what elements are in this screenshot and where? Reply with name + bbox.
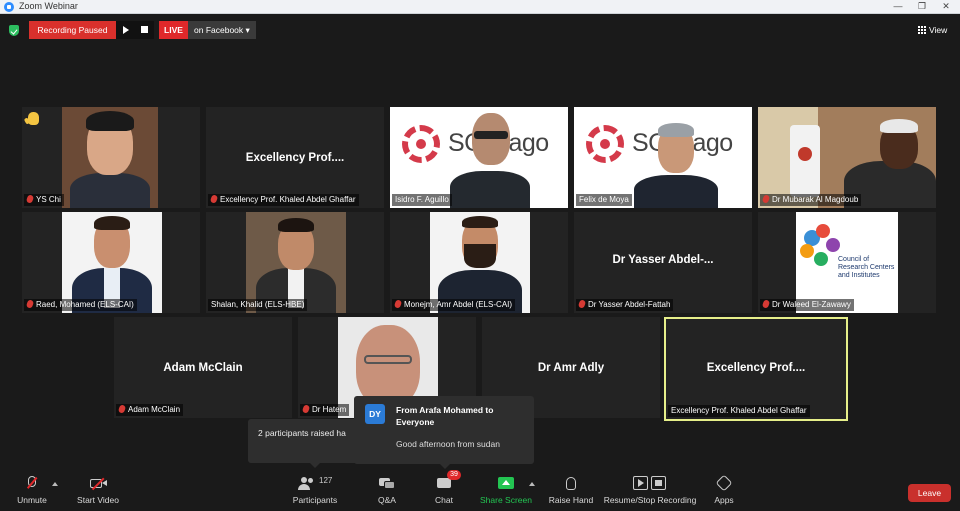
muted-mic-icon (761, 299, 771, 309)
participant-photo (62, 107, 158, 208)
participants-count: 127 (319, 476, 333, 485)
share-screen-icon (497, 475, 515, 491)
participant-photo (430, 212, 530, 313)
video-tile[interactable]: Adam McClain Adam McClain (114, 317, 292, 418)
recording-controls (116, 21, 154, 39)
apps-button[interactable]: Apps (712, 474, 736, 505)
raised-hands-notification[interactable]: 2 participants raised ha (248, 419, 358, 468)
view-label: View (929, 25, 948, 35)
unmute-button[interactable]: Unmute (14, 475, 50, 505)
video-off-icon (89, 475, 107, 491)
zoom-app-icon (4, 2, 14, 12)
council-logo-text: Council of Research Centers and Institut… (838, 256, 895, 279)
participant-name: Dr Hatem (300, 404, 350, 416)
participant-big-name: Adam McClain (163, 362, 243, 374)
title-bar: Zoom Webinar — ❐ ✕ (0, 0, 960, 14)
close-button[interactable]: ✕ (936, 1, 956, 12)
audio-options-caret[interactable] (52, 482, 58, 486)
raised-hands-text: 2 participants raised ha (258, 428, 346, 438)
chat-sender: From Arafa Mohamed to Everyone (396, 405, 494, 427)
share-screen-button[interactable]: Share Screen (478, 475, 534, 505)
chat-preview-popup[interactable]: DY From Arafa Mohamed to Everyone Good a… (354, 396, 534, 469)
start-video-button[interactable]: Start Video (75, 475, 121, 505)
scimago-background: SCImago (390, 107, 568, 208)
meeting-toolbar: Unmute Start Video 127 Participants Q&A … (0, 470, 960, 511)
participant-photo (634, 121, 718, 208)
leave-button[interactable]: Leave (908, 484, 951, 502)
active-speaker-tile[interactable]: Excellency Prof.... Excellency Prof. Kha… (664, 317, 848, 421)
grid-icon (918, 26, 926, 34)
raise-hand-button[interactable]: Raise Hand (548, 475, 594, 505)
raised-hand-icon (28, 112, 39, 125)
participant-name: Adam McClain (116, 404, 184, 416)
video-tile[interactable]: Council of Research Centers and Institut… (758, 212, 936, 313)
muted-mic-icon (301, 404, 311, 414)
view-button[interactable]: View (918, 23, 947, 37)
participant-name: Monejm, Amr Abdel (ELS-CAI) (392, 299, 516, 311)
qa-button[interactable]: Q&A (372, 475, 402, 505)
participant-name: Dr Waleed El-Zawawy (760, 299, 854, 311)
chat-unread-badge: 39 (447, 470, 461, 480)
resume-stop-recording-button[interactable]: Resume/Stop Recording (602, 475, 698, 505)
stop-recording-icon[interactable] (141, 26, 148, 33)
video-tile[interactable]: Shalan, Khalid (ELS-HBE) (206, 212, 384, 313)
participant-big-name: Excellency Prof.... (245, 152, 345, 164)
security-shield-icon[interactable] (9, 25, 19, 36)
recording-controls-icon (632, 475, 668, 491)
video-tile[interactable]: Excellency Prof.... Excellency Prof. Kha… (206, 107, 384, 208)
raise-hand-icon (562, 475, 580, 491)
share-options-caret[interactable] (529, 482, 535, 486)
live-badge: LIVE (159, 21, 188, 39)
avatar: DY (365, 404, 385, 424)
video-tile[interactable]: YS Chi (22, 107, 200, 208)
window-title: Zoom Webinar (19, 1, 78, 11)
muted-mic-icon (117, 404, 127, 414)
participants-button[interactable]: 127 Participants (290, 475, 340, 505)
participant-photo (62, 212, 162, 313)
live-stream-dropdown[interactable]: on Facebook ▾ (188, 21, 256, 39)
video-tile[interactable]: Dr Mubarak Al Magdoub (758, 107, 936, 208)
video-tile[interactable]: SCImago Isidro F. Aguillo (390, 107, 568, 208)
participant-big-name: Dr Amr Adly (537, 362, 605, 374)
resume-recording-icon[interactable] (123, 26, 129, 34)
scimago-background: SCImago (574, 107, 752, 208)
chat-message: Good afternoon from sudan (396, 439, 500, 449)
participant-big-name: Excellency Prof.... (706, 362, 806, 374)
participant-name: Excellency Prof. Khaled Abdel Ghaffar (668, 405, 810, 417)
minimize-button[interactable]: — (888, 1, 908, 12)
participant-photo (758, 107, 936, 208)
muted-mic-icon (761, 194, 771, 204)
participant-name: Excellency Prof. Khaled Abdel Ghaffar (208, 194, 359, 206)
video-tile[interactable]: Dr Yasser Abdel-... Dr Yasser Abdel-Fatt… (574, 212, 752, 313)
participant-photo (450, 107, 530, 208)
participants-icon: 127 (295, 475, 335, 491)
muted-mic-icon (209, 194, 219, 204)
muted-mic-icon (25, 194, 35, 204)
participant-name: YS Chi (24, 194, 64, 206)
participant-name: Isidro F. Aguillo (392, 194, 452, 206)
muted-mic-icon (393, 299, 403, 309)
muted-mic-icon (23, 475, 41, 491)
restore-button[interactable]: ❐ (912, 1, 932, 12)
video-tile[interactable]: Raed, Mohamed (ELS-CAI) (22, 212, 200, 313)
zoom-window: Zoom Webinar — ❐ ✕ Recording Paused LIVE… (0, 0, 960, 511)
participant-big-name: Dr Yasser Abdel-... (612, 254, 714, 266)
participant-name: Raed, Mohamed (ELS-CAI) (24, 299, 137, 311)
participant-name: Felix de Moya (576, 194, 632, 206)
recording-status: Recording Paused (29, 21, 116, 39)
video-tile[interactable]: Monejm, Amr Abdel (ELS-CAI) (390, 212, 568, 313)
chat-button[interactable]: 39 Chat (428, 470, 461, 505)
muted-mic-icon (25, 299, 35, 309)
muted-mic-icon (577, 299, 587, 309)
video-tile[interactable]: SCImago Felix de Moya (574, 107, 752, 208)
participant-photo (246, 212, 346, 313)
participant-name: Dr Mubarak Al Magdoub (760, 194, 862, 206)
chat-icon: 39 (435, 470, 461, 491)
council-logo-background: Council of Research Centers and Institut… (796, 212, 898, 313)
participant-name: Shalan, Khalid (ELS-HBE) (208, 299, 308, 311)
qa-icon (378, 475, 396, 491)
apps-icon (715, 474, 733, 492)
participant-name: Dr Yasser Abdel-Fattah (576, 299, 674, 311)
